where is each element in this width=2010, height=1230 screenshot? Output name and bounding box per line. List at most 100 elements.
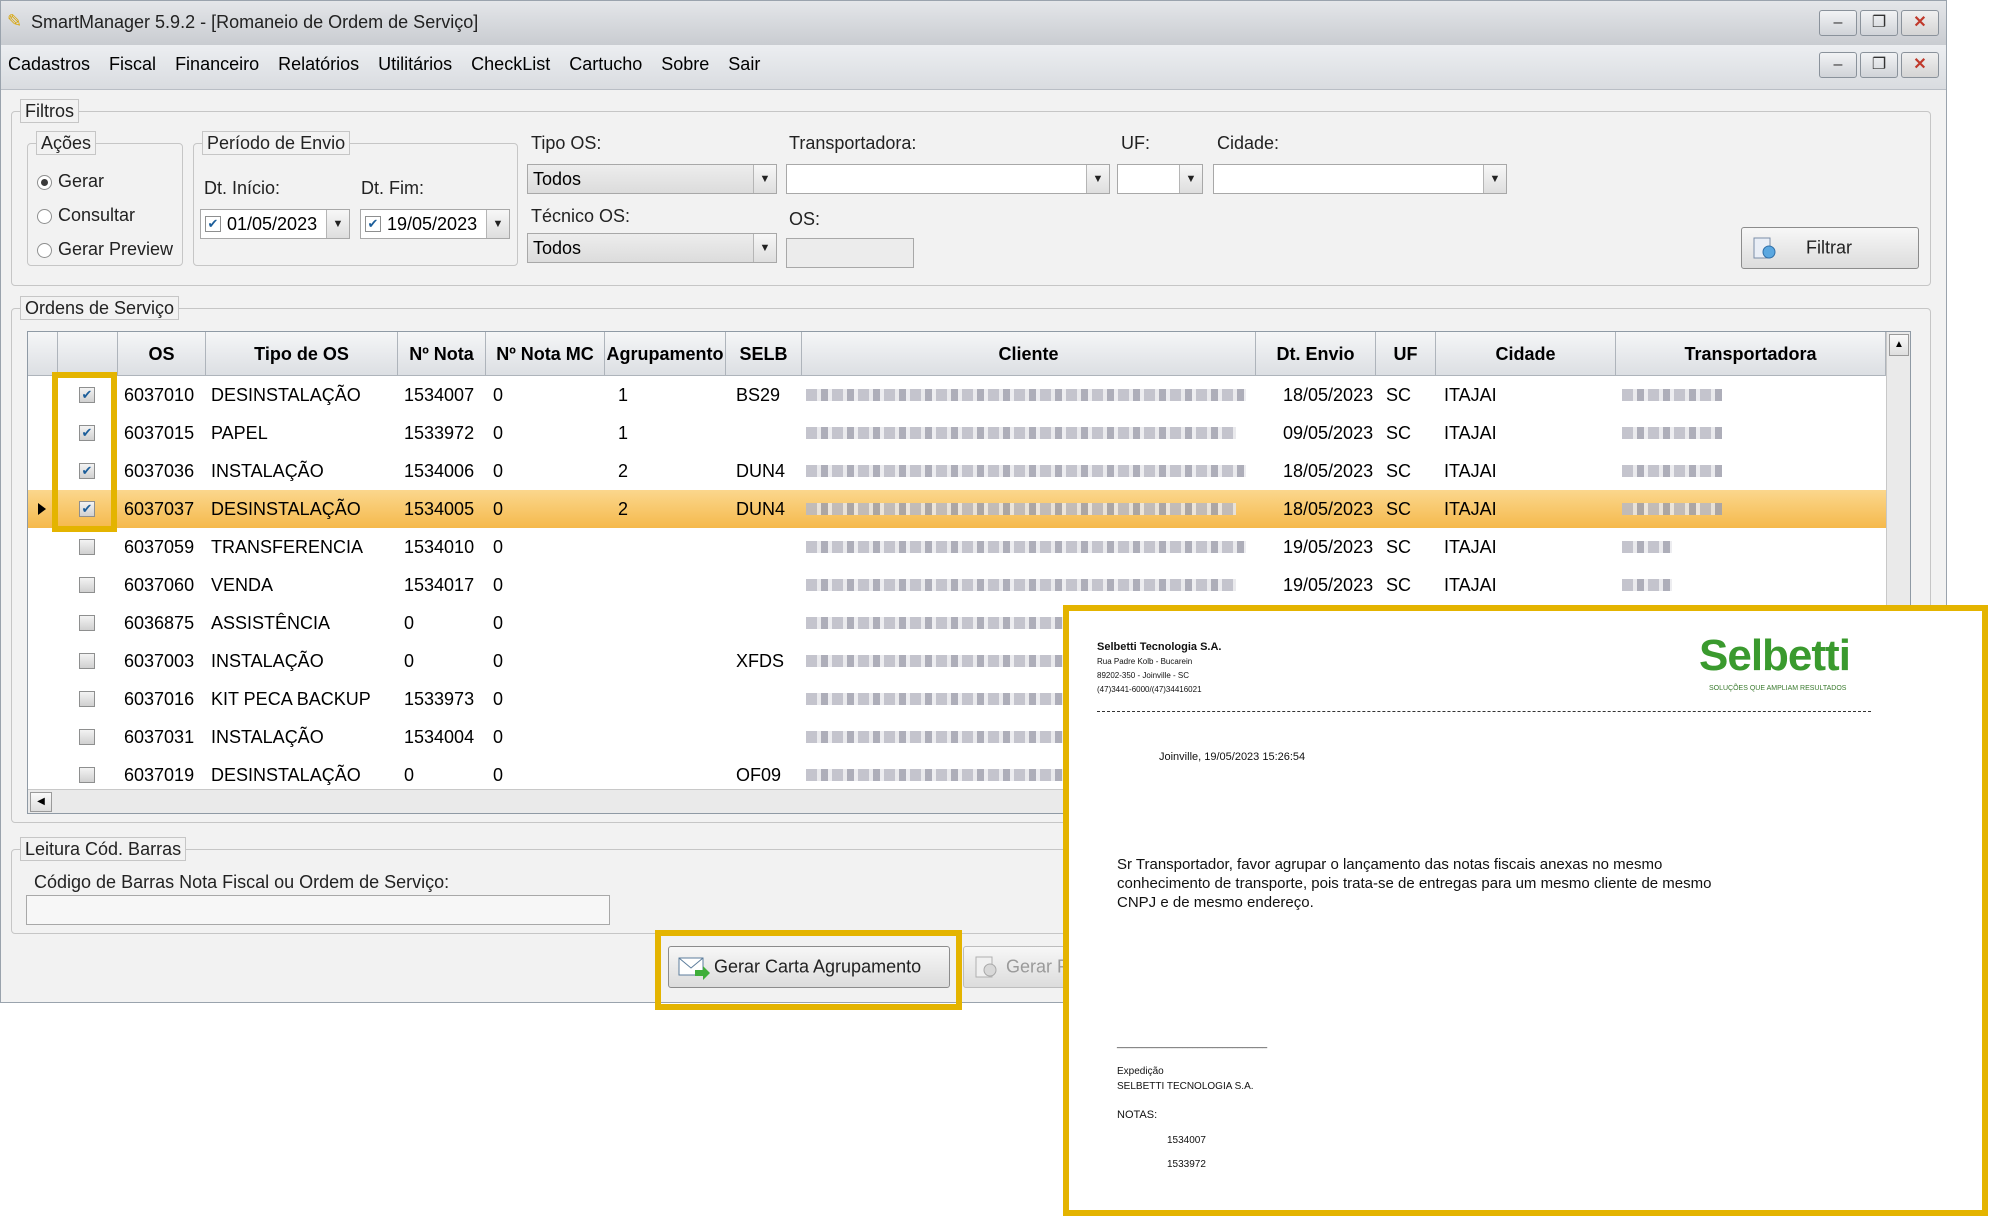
table-row[interactable]: ✔ 6037010 DESINSTALAÇÃO 1534007 0 1 BS29 18/05/… [28, 376, 1886, 414]
radio-gerar[interactable] [37, 175, 52, 190]
table-row[interactable]: ✔ 6037037 DESINSTALAÇÃO 1534005 0 2 DUN4 18/05/… [28, 490, 1886, 528]
row-select-checkbox[interactable] [79, 729, 95, 745]
nota-mc-cell: 0 [493, 461, 504, 481]
selb-cell: DUN4 [736, 461, 786, 481]
agrupamento-cell: 2 [618, 499, 629, 519]
nota-cell: 1534010 [404, 537, 475, 557]
end-date-picker[interactable]: ✔ 19/05/2023 ▼ [360, 209, 510, 239]
menu-sair[interactable]: Sair [728, 54, 760, 75]
uf-dropdown-icon[interactable]: ▼ [1179, 165, 1202, 193]
agrupamento-cell: 1 [618, 423, 629, 443]
menu-financeiro[interactable]: Financeiro [175, 54, 259, 75]
start-date-picker[interactable]: ✔ 01/05/2023 ▼ [200, 209, 350, 239]
os-cell: 6036875 [124, 613, 195, 633]
col-header-agrupamento[interactable]: Agrupamento [605, 332, 726, 376]
child-minimize-button[interactable]: – [1819, 52, 1857, 78]
table-row[interactable]: 6037059 TRANSFERENCIA 1534010 0 19/05/2023 SC… [28, 528, 1886, 566]
preview-note-item: 1533972 [1167, 1159, 1206, 1170]
row-select-checkbox[interactable] [79, 615, 95, 631]
menu-bar: Cadastros Fiscal Financeiro Relatórios U… [1, 45, 1946, 90]
end-date-dropdown-icon[interactable]: ▼ [486, 210, 509, 238]
uf-cell: SC [1386, 385, 1412, 405]
selb-cell [736, 414, 800, 452]
col-header-os[interactable]: OS [118, 332, 206, 376]
menu-fiscal[interactable]: Fiscal [109, 54, 156, 75]
radio-consultar[interactable] [37, 209, 52, 224]
table-row[interactable]: 6037060 VENDA 1534017 0 19/05/2023 SC ITAJAI [28, 566, 1886, 604]
selbetti-tagline: SOLUÇÕES QUE AMPLIAM RESULTADOS [1709, 685, 1847, 692]
nota-cell: 1533973 [404, 689, 475, 709]
cidade-dropdown-icon[interactable]: ▼ [1483, 165, 1506, 193]
menu-relatorios[interactable]: Relatórios [278, 54, 359, 75]
uf-cell: SC [1386, 423, 1412, 443]
transportadora-dropdown-icon[interactable]: ▼ [1086, 165, 1109, 193]
preview-date-line: Joinville, 19/05/2023 15:26:54 [1159, 751, 1306, 763]
agrupamento-cell: 2 [618, 461, 629, 481]
header-divider [1097, 711, 1871, 712]
end-date-checkbox[interactable]: ✔ [365, 216, 381, 232]
child-close-button[interactable]: ✕ [1901, 52, 1939, 78]
highlight-gerar-carta-button [655, 930, 962, 1010]
transportadora-select[interactable]: ▼ [786, 164, 1110, 194]
orders-legend: Ordens de Serviço [20, 296, 180, 320]
nota-cell: 1534007 [404, 385, 475, 405]
row-select-checkbox[interactable] [79, 539, 95, 555]
nota-cell: 1534004 [404, 727, 475, 747]
os-cell: 6037059 [124, 537, 195, 557]
radio-gerar-preview-label[interactable]: Gerar Preview [58, 239, 173, 260]
os-input[interactable] [786, 238, 914, 268]
tipo-os-select[interactable]: Todos ▼ [527, 164, 777, 194]
selb-cell: XFDS [736, 651, 785, 671]
row-select-checkbox[interactable] [79, 653, 95, 669]
cidade-cell: ITAJAI [1444, 461, 1497, 481]
maximize-button[interactable]: ❐ [1860, 10, 1898, 36]
row-select-checkbox[interactable] [79, 691, 95, 707]
table-row[interactable]: ✔ 6037036 INSTALAÇÃO 1534006 0 2 DUN4 18/05/202… [28, 452, 1886, 490]
nota-mc-cell: 0 [493, 499, 504, 519]
row-select-checkbox[interactable] [79, 577, 95, 593]
tipo-os-cell: DESINSTALAÇÃO [211, 499, 361, 519]
filtrar-button[interactable]: Filtrar [1741, 227, 1919, 269]
cidade-cell: ITAJAI [1444, 575, 1497, 595]
tecnico-os-select[interactable]: Todos ▼ [527, 233, 777, 263]
filters-legend: Filtros [20, 99, 79, 123]
cidade-select[interactable]: ▼ [1213, 164, 1507, 194]
menu-utilitarios[interactable]: Utilitários [378, 54, 452, 75]
col-header-nota-mc[interactable]: Nº Nota MC [486, 332, 605, 376]
minimize-button[interactable]: – [1819, 10, 1857, 36]
preview-address2: 89202-350 - Joinville - SC [1097, 671, 1190, 680]
col-header-tipo-os[interactable]: Tipo de OS [206, 332, 398, 376]
menu-cadastros[interactable]: Cadastros [8, 54, 90, 75]
close-button[interactable]: ✕ [1901, 10, 1939, 36]
col-header-cidade[interactable]: Cidade [1436, 332, 1616, 376]
col-header-dt-envio[interactable]: Dt. Envio [1256, 332, 1376, 376]
scroll-left-button[interactable]: ◀ [30, 792, 52, 812]
radio-gerar-label[interactable]: Gerar [58, 171, 104, 192]
menu-checklist[interactable]: CheckList [471, 54, 550, 75]
radio-consultar-label[interactable]: Consultar [58, 205, 135, 226]
dt-envio-cell: 18/05/2023 [1283, 499, 1374, 519]
nota-mc-cell: 0 [493, 613, 504, 633]
tecnico-os-dropdown-icon[interactable]: ▼ [753, 234, 776, 262]
radio-gerar-preview[interactable] [37, 243, 52, 258]
start-date-dropdown-icon[interactable]: ▼ [326, 210, 349, 238]
menu-sobre[interactable]: Sobre [661, 54, 709, 75]
col-header-nota[interactable]: Nº Nota [398, 332, 486, 376]
redacted-transportadora-cell [1622, 427, 1722, 439]
barcode-input[interactable] [26, 895, 610, 925]
uf-select[interactable]: ▼ [1117, 164, 1203, 194]
child-maximize-button[interactable]: ❐ [1860, 52, 1898, 78]
table-row[interactable]: ✔ 6037015 PAPEL 1533972 0 1 09/05/2023 SC ITAJAI [28, 414, 1886, 452]
col-header-uf[interactable]: UF [1376, 332, 1436, 376]
row-select-checkbox[interactable] [79, 767, 95, 783]
col-header-transportadora[interactable]: Transportadora [1616, 332, 1886, 376]
col-header-selb[interactable]: SELB [726, 332, 802, 376]
menu-cartucho[interactable]: Cartucho [569, 54, 642, 75]
tipo-os-dropdown-icon[interactable]: ▼ [753, 165, 776, 193]
nota-mc-cell: 0 [493, 575, 504, 595]
col-header-cliente[interactable]: Cliente [802, 332, 1256, 376]
gerar-preview-label: Gerar P [1006, 956, 1070, 977]
scroll-up-button[interactable]: ▲ [1889, 334, 1909, 356]
actions-group: Ações Gerar Consultar Gerar Preview [27, 131, 183, 266]
start-date-checkbox[interactable]: ✔ [205, 216, 221, 232]
